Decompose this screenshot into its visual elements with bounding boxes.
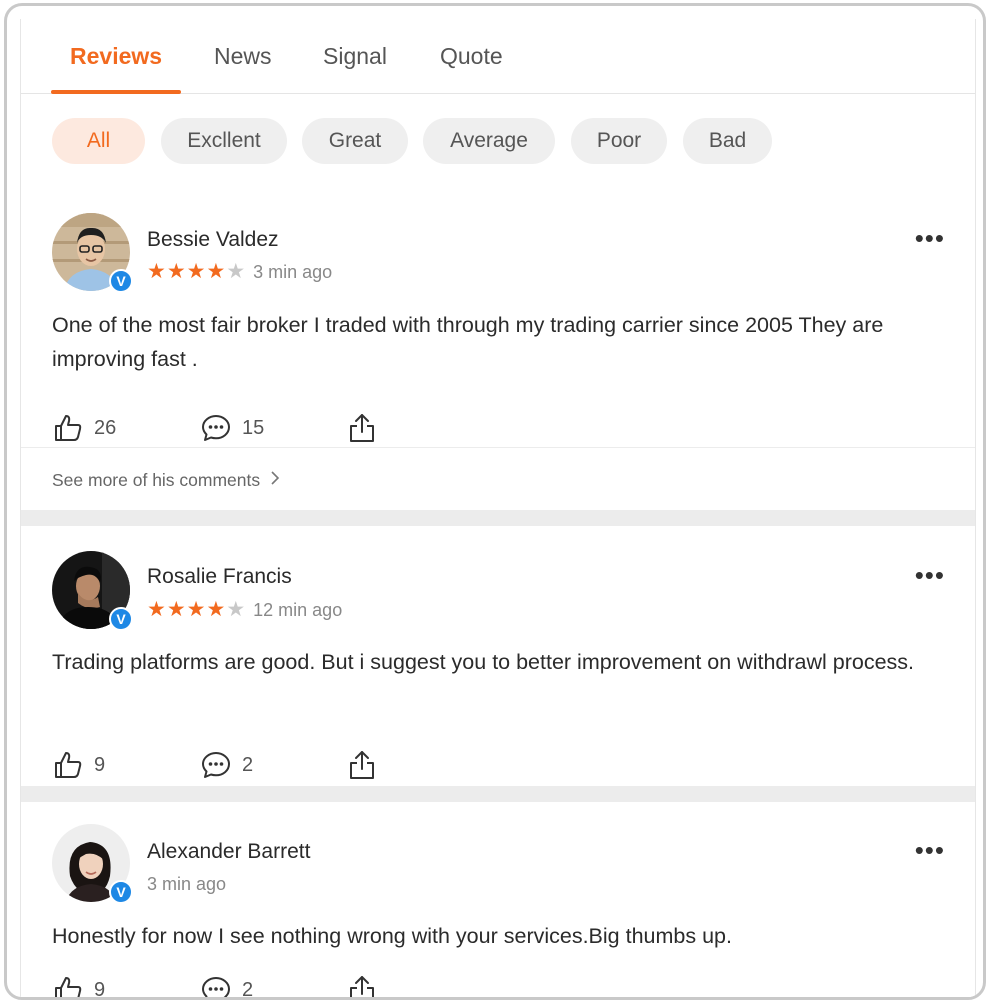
more-options-icon[interactable]: ••• [915, 225, 945, 251]
filter-poor-chip[interactable]: Poor [571, 118, 667, 164]
filter-all-chip[interactable]: All [52, 118, 145, 164]
review-meta: ★ ★ ★ ★ ★ 12 min ago [147, 599, 342, 621]
like-button[interactable]: 9 [52, 749, 105, 781]
section-divider [21, 510, 975, 526]
comment-bubble-icon [202, 977, 230, 997]
review-text: One of the most fair broker I traded wit… [52, 313, 884, 371]
star-icon: ★ [206, 598, 226, 621]
see-more-comments-link[interactable]: See more of his comments [52, 470, 280, 491]
tab-reviews[interactable]: Reviews [70, 43, 162, 70]
comment-bubble-icon [202, 415, 230, 441]
like-button[interactable]: 9 [52, 974, 106, 1000]
comment-button[interactable]: 2 [200, 749, 253, 781]
star-icon: ★ [226, 598, 246, 621]
review-meta: ★ ★ ★ ★ ★ 3 min ago [147, 261, 332, 283]
reviewer-name[interactable]: Alexander Barrett [147, 840, 310, 864]
reviewer-name[interactable]: Bessie Valdez [147, 228, 279, 252]
review-time: 3 min ago [147, 873, 227, 894]
star-icon: ★ [226, 260, 246, 283]
comment-count: 2 [242, 753, 254, 776]
share-icon [350, 414, 374, 442]
share-icon [350, 976, 374, 997]
share-button[interactable] [346, 412, 378, 444]
filter-great-chip[interactable]: Great [302, 118, 408, 164]
like-button[interactable]: 26 [52, 412, 116, 444]
filter-bad-chip[interactable]: Bad [683, 118, 772, 164]
section-divider [21, 786, 975, 802]
tab-signal[interactable]: Signal [323, 43, 387, 70]
review-text: Honestly for now I see nothing wrong wit… [52, 924, 732, 948]
star-icon: ★ [147, 260, 166, 283]
review-time: 3 min ago [253, 261, 333, 282]
star-rating: ★ ★ ★ ★ ★ [147, 261, 245, 283]
star-icon: ★ [166, 260, 186, 283]
like-count: 9 [94, 753, 106, 776]
review-card: V Bessie Valdez ★ ★ ★ ★ ★ 3 min ago ••• One … [21, 195, 975, 510]
comment-count: 2 [242, 978, 254, 1000]
more-options-icon[interactable]: ••• [915, 562, 945, 588]
tab-bar: Reviews News Signal Quote [21, 19, 975, 94]
reviewer-name[interactable]: Rosalie Francis [147, 565, 292, 589]
star-icon: ★ [147, 598, 166, 621]
share-button[interactable] [346, 974, 378, 997]
verified-badge-icon: V [109, 880, 133, 904]
thumbs-up-icon [55, 752, 82, 778]
verified-badge-icon: V [109, 269, 133, 293]
filter-average-chip[interactable]: Average [423, 118, 555, 164]
comment-button[interactable]: 15 [200, 412, 264, 444]
thumbs-up-icon [55, 415, 82, 441]
like-count: 26 [94, 416, 117, 439]
review-card: V Alexander Barrett 3 min ago ••• Honest… [21, 802, 975, 1000]
review-time: 12 min ago [253, 599, 343, 620]
star-rating: ★ ★ ★ ★ ★ [147, 599, 245, 621]
star-icon: ★ [186, 260, 206, 283]
comment-button[interactable]: 2 [200, 974, 254, 1000]
chevron-right-icon [270, 470, 280, 491]
star-icon: ★ [186, 598, 206, 621]
more-options-icon[interactable]: ••• [915, 837, 945, 863]
app-frame: Reviews News Signal Quote All Excllent G… [4, 3, 986, 1000]
see-more-row: See more of his comments [21, 447, 975, 509]
share-button[interactable] [346, 749, 378, 781]
comment-count: 15 [242, 416, 265, 439]
review-text: Trading platforms are good. But i sugges… [52, 650, 915, 674]
star-icon: ★ [206, 260, 226, 283]
tab-quote[interactable]: Quote [440, 43, 503, 70]
star-icon: ★ [166, 598, 186, 621]
thumbs-up-icon [55, 977, 82, 997]
verified-badge-icon: V [109, 607, 133, 631]
like-count: 9 [94, 978, 106, 1000]
reviews-panel: Reviews News Signal Quote All Excllent G… [20, 19, 976, 1000]
comment-bubble-icon [202, 752, 230, 778]
filter-excellent-chip[interactable]: Excllent [161, 118, 287, 164]
active-tab-indicator [51, 90, 181, 94]
review-card: V Rosalie Francis ★ ★ ★ ★ ★ 12 min ago ••• T… [21, 526, 975, 786]
review-meta: 3 min ago [147, 873, 226, 895]
see-more-label: See more of his comments [52, 470, 261, 490]
tab-news[interactable]: News [214, 43, 272, 70]
share-icon [350, 751, 374, 779]
